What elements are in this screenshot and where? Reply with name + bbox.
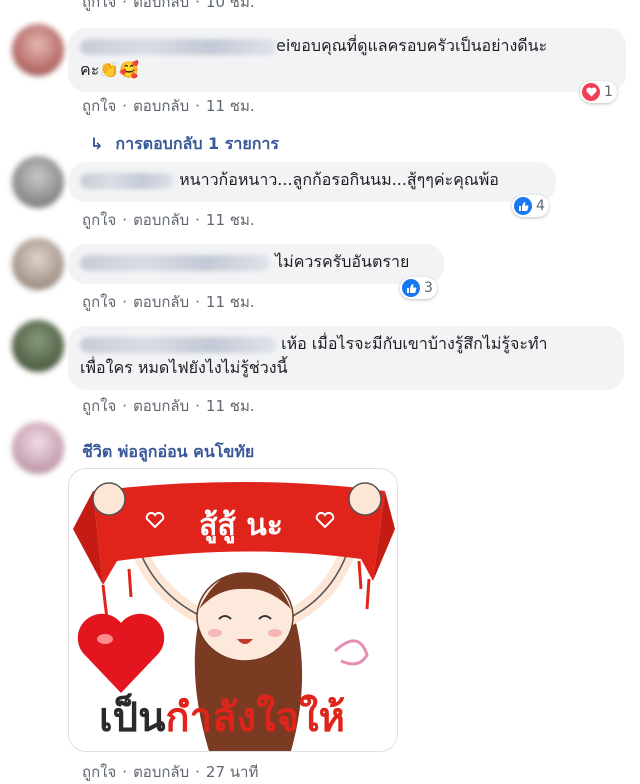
reply-link[interactable]: ตอบกลับ (133, 394, 189, 418)
comment-actions: ถูกใจ · ตอบกลับ · 11 ชม. (82, 394, 255, 418)
heart-icon (582, 83, 600, 101)
separator: · (122, 211, 128, 229)
separator: · (122, 97, 128, 115)
comment-time: 11 ชม. (205, 293, 255, 311)
avatar[interactable] (12, 24, 64, 76)
separator: · (195, 97, 200, 115)
separator: · (195, 763, 200, 781)
reaction-count[interactable]: 4 (512, 195, 549, 217)
like-link[interactable]: ถูกใจ (82, 208, 116, 232)
author-name-blurred[interactable] (80, 172, 174, 189)
sticker-image: สู้สู้ นะ เป็นกำลังใจให้ (73, 482, 395, 751)
like-link[interactable]: ถูกใจ (82, 760, 116, 784)
comment-actions: ถูกใจ · ตอบกลับ · 11 ชม. (82, 94, 255, 118)
comment-time: 11 ชม. (205, 211, 255, 229)
svg-text:เป็นกำลังใจให้: เป็นกำลังใจให้ (99, 692, 345, 741)
comment-time: 11 ชม. (205, 397, 255, 415)
separator: · (195, 0, 200, 11)
avatar[interactable] (12, 320, 64, 372)
author-name[interactable]: ชีวิต พ่อลูกอ่อน คนโขทัย (82, 440, 254, 465)
comment-text: เห้อ เมื่อไรจะมีกับเขาบ้างรู้สึกไม่รู้จะ… (281, 334, 548, 353)
comment-time: 10 ชม. (205, 0, 255, 11)
comment-bubble: เห้อ เมื่อไรจะมีกับเขาบ้างรู้สึกไม่รู้จะ… (68, 326, 624, 390)
reply-link[interactable]: ตอบกลับ (133, 760, 189, 784)
comment-actions: ถูกใจ · ตอบกลับ · 11 ชม. (82, 290, 255, 314)
separator: · (195, 211, 200, 229)
sticker[interactable]: สู้สู้ นะ เป็นกำลังใจให้ (68, 468, 398, 752)
reaction-number: 1 (604, 84, 613, 100)
separator: · (122, 293, 128, 311)
comment-time: 27 นาที (205, 763, 259, 781)
reaction-number: 3 (424, 280, 433, 296)
like-icon (514, 197, 532, 215)
author-name-blurred[interactable] (80, 336, 276, 353)
sticker-caption-a: เป็น (99, 692, 165, 741)
author-name-blurred[interactable] (80, 254, 270, 271)
comment-time: 11 ชม. (205, 97, 255, 115)
comment-bubble: ไม่ควรครับอันตราย (68, 244, 444, 284)
comment-actions: ถูกใจ · ตอบกลับ · 27 นาที (82, 760, 258, 784)
reply-link[interactable]: ตอบกลับ (133, 0, 189, 14)
separator: · (122, 0, 128, 11)
comment-actions: ถูกใจ · ตอบกลับ · 11 ชม. (82, 208, 255, 232)
sticker-caption-b: กำลังใจให้ (165, 694, 345, 741)
comment-text: eiขอบคุณที่ดูแลครอบครัวเป็นอย่างดีนะ (276, 36, 548, 55)
separator: · (122, 763, 128, 781)
reaction-count[interactable]: 3 (400, 277, 437, 299)
like-link[interactable]: ถูกใจ (82, 0, 116, 14)
replies-label: การตอบกลับ 1 รายการ (115, 134, 279, 153)
avatar[interactable] (12, 156, 64, 208)
reaction-number: 4 (536, 198, 545, 214)
reaction-count[interactable]: 1 (580, 81, 617, 103)
like-link[interactable]: ถูกใจ (82, 94, 116, 118)
reply-link[interactable]: ตอบกลับ (133, 208, 189, 232)
separator: · (195, 293, 200, 311)
separator: · (122, 397, 128, 415)
reply-link[interactable]: ตอบกลับ (133, 94, 189, 118)
like-link[interactable]: ถูกใจ (82, 394, 116, 418)
avatar[interactable] (12, 238, 64, 290)
comment-actions-partial: ถูกใจ · ตอบกลับ · 10 ชม. (82, 0, 255, 14)
comment-text: คะ (80, 60, 100, 79)
like-icon (402, 279, 420, 297)
comment-text: ไม่ควรครับอันตราย (275, 252, 410, 271)
author-name-blurred[interactable] (80, 38, 276, 55)
comment-text: เพื่อใคร หมดไฟยังไงไม่รู้ช่วงนี้ (80, 358, 288, 377)
comment-bubble: หนาวก้อหนาว...ลูกก้อรอกินนม...สู้ๆๆค่ะคุ… (68, 162, 556, 202)
sticker-banner-text: สู้สู้ นะ (199, 508, 283, 544)
separator: · (195, 397, 200, 415)
emoji: 👏🥰 (99, 60, 140, 79)
comment-text: หนาวก้อหนาว...ลูกก้อรอกินนม...สู้ๆๆค่ะคุ… (179, 170, 499, 189)
reply-arrow-icon: ↳ (90, 134, 104, 153)
like-link[interactable]: ถูกใจ (82, 290, 116, 314)
avatar[interactable] (12, 422, 64, 474)
view-replies-link[interactable]: ↳ การตอบกลับ 1 รายการ (90, 132, 279, 157)
reply-link[interactable]: ตอบกลับ (133, 290, 189, 314)
comment-bubble: eiขอบคุณที่ดูแลครอบครัวเป็นอย่างดีนะ คะ👏… (68, 28, 626, 92)
